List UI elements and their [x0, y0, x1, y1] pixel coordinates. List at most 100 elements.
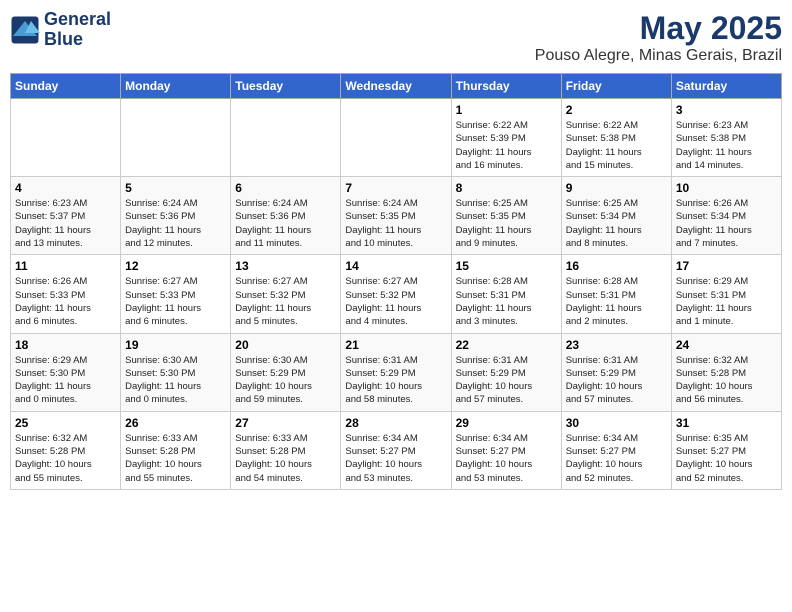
- calendar-cell: 30 Sunrise: 6:34 AMSunset: 5:27 PMDayligh…: [561, 411, 671, 489]
- day-number: 9: [566, 181, 667, 195]
- day-info: Sunrise: 6:27 AMSunset: 5:32 PMDaylight:…: [235, 275, 336, 328]
- day-number: 10: [676, 181, 777, 195]
- day-info: Sunrise: 6:22 AMSunset: 5:38 PMDaylight:…: [566, 119, 667, 172]
- calendar-cell: [341, 99, 451, 177]
- calendar-cell: 4 Sunrise: 6:23 AMSunset: 5:37 PMDaylight…: [11, 177, 121, 255]
- weekday-header: Monday: [121, 74, 231, 99]
- calendar-cell: 14Sunrise: 6:27 AMSunset: 5:32 PMDayligh…: [341, 255, 451, 333]
- day-info: Sunrise: 6:34 AMSunset: 5:27 PMDaylight:…: [566, 432, 667, 485]
- calendar-cell: 10 Sunrise: 6:26 AMSunset: 5:34 PMDayligh…: [671, 177, 781, 255]
- day-number: 12: [125, 259, 226, 273]
- day-number: 17: [676, 259, 777, 273]
- day-info: Sunrise: 6:24 AMSunset: 5:36 PMDaylight:…: [235, 197, 336, 250]
- calendar-cell: 15 Sunrise: 6:28 AMSunset: 5:31 PMDayligh…: [451, 255, 561, 333]
- calendar-cell: 9 Sunrise: 6:25 AMSunset: 5:34 PMDaylight…: [561, 177, 671, 255]
- day-info: Sunrise: 6:25 AMSunset: 5:35 PMDaylight:…: [456, 197, 557, 250]
- calendar-cell: 23Sunrise: 6:31 AMSunset: 5:29 PMDayligh…: [561, 333, 671, 411]
- calendar-week-row: 4 Sunrise: 6:23 AMSunset: 5:37 PMDaylight…: [11, 177, 782, 255]
- logo: General Blue: [10, 10, 111, 50]
- weekday-header: Thursday: [451, 74, 561, 99]
- page-header: General Blue May 2025 Pouso Alegre, Mina…: [10, 10, 782, 65]
- day-number: 20: [235, 338, 336, 352]
- day-info: Sunrise: 6:32 AMSunset: 5:28 PMDaylight:…: [15, 432, 116, 485]
- day-number: 2: [566, 103, 667, 117]
- day-info: Sunrise: 6:34 AMSunset: 5:27 PMDaylight:…: [456, 432, 557, 485]
- logo-text: General Blue: [44, 10, 111, 50]
- calendar-cell: 3Sunrise: 6:23 AMSunset: 5:38 PMDaylight…: [671, 99, 781, 177]
- day-info: Sunrise: 6:22 AMSunset: 5:39 PMDaylight:…: [456, 119, 557, 172]
- weekday-header: Wednesday: [341, 74, 451, 99]
- day-number: 18: [15, 338, 116, 352]
- day-number: 28: [345, 416, 446, 430]
- day-info: Sunrise: 6:27 AMSunset: 5:33 PMDaylight:…: [125, 275, 226, 328]
- day-number: 6: [235, 181, 336, 195]
- day-info: Sunrise: 6:26 AMSunset: 5:34 PMDaylight:…: [676, 197, 777, 250]
- day-info: Sunrise: 6:34 AMSunset: 5:27 PMDaylight:…: [345, 432, 446, 485]
- logo-line2: Blue: [44, 29, 83, 49]
- calendar-cell: [231, 99, 341, 177]
- calendar-cell: 21 Sunrise: 6:31 AMSunset: 5:29 PMDayligh…: [341, 333, 451, 411]
- calendar-cell: 24 Sunrise: 6:32 AMSunset: 5:28 PMDayligh…: [671, 333, 781, 411]
- logo-line1: General: [44, 9, 111, 29]
- day-info: Sunrise: 6:33 AMSunset: 5:28 PMDaylight:…: [235, 432, 336, 485]
- calendar-week-row: 11Sunrise: 6:26 AMSunset: 5:33 PMDayligh…: [11, 255, 782, 333]
- day-number: 23: [566, 338, 667, 352]
- calendar-cell: 18Sunrise: 6:29 AMSunset: 5:30 PMDayligh…: [11, 333, 121, 411]
- day-info: Sunrise: 6:23 AMSunset: 5:38 PMDaylight:…: [676, 119, 777, 172]
- calendar-cell: 2 Sunrise: 6:22 AMSunset: 5:38 PMDaylight…: [561, 99, 671, 177]
- calendar-cell: 29 Sunrise: 6:34 AMSunset: 5:27 PMDayligh…: [451, 411, 561, 489]
- day-info: Sunrise: 6:30 AMSunset: 5:30 PMDaylight:…: [125, 354, 226, 407]
- day-number: 16: [566, 259, 667, 273]
- day-number: 25: [15, 416, 116, 430]
- day-info: Sunrise: 6:32 AMSunset: 5:28 PMDaylight:…: [676, 354, 777, 407]
- day-number: 29: [456, 416, 557, 430]
- day-number: 1: [456, 103, 557, 117]
- day-number: 19: [125, 338, 226, 352]
- day-info: Sunrise: 6:26 AMSunset: 5:33 PMDaylight:…: [15, 275, 116, 328]
- day-info: Sunrise: 6:33 AMSunset: 5:28 PMDaylight:…: [125, 432, 226, 485]
- day-number: 13: [235, 259, 336, 273]
- calendar-cell: 16 Sunrise: 6:28 AMSunset: 5:31 PMDayligh…: [561, 255, 671, 333]
- day-info: Sunrise: 6:30 AMSunset: 5:29 PMDaylight:…: [235, 354, 336, 407]
- day-info: Sunrise: 6:28 AMSunset: 5:31 PMDaylight:…: [456, 275, 557, 328]
- calendar-cell: 20 Sunrise: 6:30 AMSunset: 5:29 PMDayligh…: [231, 333, 341, 411]
- calendar-cell: [11, 99, 121, 177]
- day-info: Sunrise: 6:35 AMSunset: 5:27 PMDaylight:…: [676, 432, 777, 485]
- calendar-cell: 11Sunrise: 6:26 AMSunset: 5:33 PMDayligh…: [11, 255, 121, 333]
- day-number: 15: [456, 259, 557, 273]
- day-number: 4: [15, 181, 116, 195]
- logo-icon: [10, 15, 40, 45]
- weekday-header: Tuesday: [231, 74, 341, 99]
- location-title: Pouso Alegre, Minas Gerais, Brazil: [535, 47, 782, 65]
- day-number: 30: [566, 416, 667, 430]
- day-number: 5: [125, 181, 226, 195]
- calendar-week-row: 1 Sunrise: 6:22 AMSunset: 5:39 PMDaylight…: [11, 99, 782, 177]
- weekday-header: Saturday: [671, 74, 781, 99]
- calendar-cell: 25 Sunrise: 6:32 AMSunset: 5:28 PMDayligh…: [11, 411, 121, 489]
- weekday-header: Sunday: [11, 74, 121, 99]
- day-info: Sunrise: 6:24 AMSunset: 5:35 PMDaylight:…: [345, 197, 446, 250]
- calendar-cell: 5 Sunrise: 6:24 AMSunset: 5:36 PMDaylight…: [121, 177, 231, 255]
- day-number: 14: [345, 259, 446, 273]
- calendar-body: 1 Sunrise: 6:22 AMSunset: 5:39 PMDaylight…: [11, 99, 782, 490]
- calendar-table: SundayMondayTuesdayWednesdayThursdayFrid…: [10, 73, 782, 490]
- day-number: 24: [676, 338, 777, 352]
- weekday-header: Friday: [561, 74, 671, 99]
- calendar-cell: 28 Sunrise: 6:34 AMSunset: 5:27 PMDayligh…: [341, 411, 451, 489]
- day-info: Sunrise: 6:31 AMSunset: 5:29 PMDaylight:…: [345, 354, 446, 407]
- day-number: 8: [456, 181, 557, 195]
- day-number: 27: [235, 416, 336, 430]
- day-number: 31: [676, 416, 777, 430]
- calendar-cell: 22Sunrise: 6:31 AMSunset: 5:29 PMDayligh…: [451, 333, 561, 411]
- day-info: Sunrise: 6:28 AMSunset: 5:31 PMDaylight:…: [566, 275, 667, 328]
- calendar-cell: 13 Sunrise: 6:27 AMSunset: 5:32 PMDayligh…: [231, 255, 341, 333]
- day-info: Sunrise: 6:25 AMSunset: 5:34 PMDaylight:…: [566, 197, 667, 250]
- calendar-week-row: 18Sunrise: 6:29 AMSunset: 5:30 PMDayligh…: [11, 333, 782, 411]
- day-info: Sunrise: 6:24 AMSunset: 5:36 PMDaylight:…: [125, 197, 226, 250]
- calendar-cell: 6 Sunrise: 6:24 AMSunset: 5:36 PMDaylight…: [231, 177, 341, 255]
- calendar-cell: 1 Sunrise: 6:22 AMSunset: 5:39 PMDaylight…: [451, 99, 561, 177]
- day-number: 21: [345, 338, 446, 352]
- day-info: Sunrise: 6:29 AMSunset: 5:31 PMDaylight:…: [676, 275, 777, 328]
- day-info: Sunrise: 6:23 AMSunset: 5:37 PMDaylight:…: [15, 197, 116, 250]
- month-title: May 2025: [535, 10, 782, 47]
